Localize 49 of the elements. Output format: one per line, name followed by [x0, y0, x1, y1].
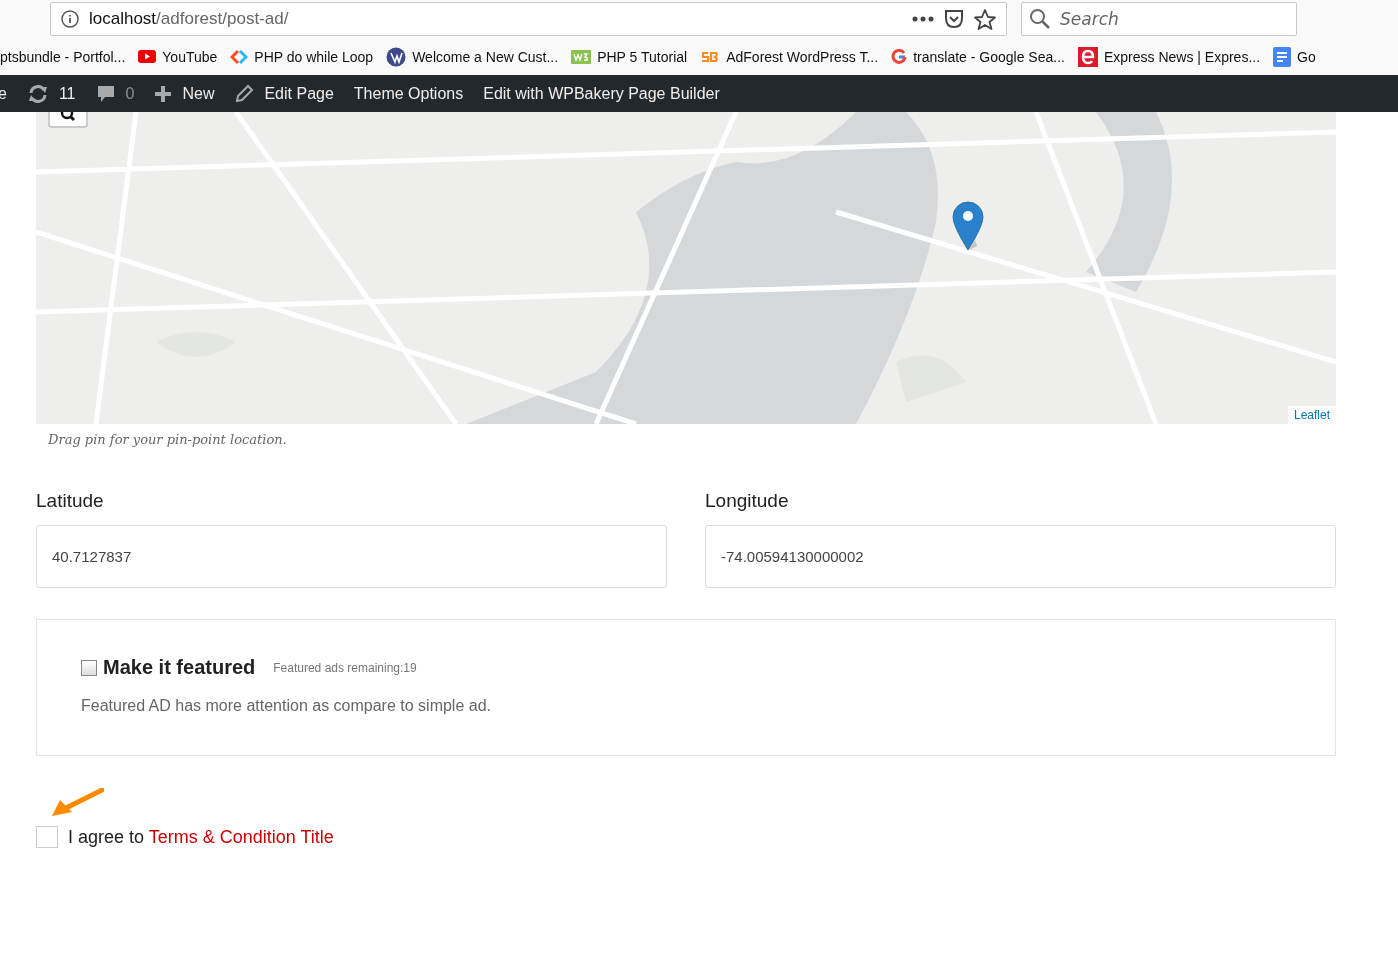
more-icon[interactable]: [912, 16, 934, 22]
url-text: localhost/adforest/post-ad/: [89, 9, 290, 29]
input-field[interactable]: -74.00594130000002: [705, 525, 1336, 588]
admin-bar-item[interactable]: 0: [95, 83, 135, 104]
terms-text: I agree to Terms & Condition Title: [68, 826, 334, 848]
terms-link[interactable]: Terms & Condition Title: [148, 826, 334, 847]
sb-logo-icon: [700, 49, 721, 64]
bookmark[interactable]: Express News | Expres...: [1077, 46, 1261, 67]
info-icon[interactable]: [61, 10, 79, 28]
arrow-icon: [50, 788, 104, 818]
bookmark[interactable]: ptsbundle - Portfol...: [0, 48, 126, 65]
bookmark[interactable]: Welcome a New Cust...: [386, 46, 559, 67]
pencil-icon: [234, 83, 255, 104]
map-pin-icon[interactable]: [951, 200, 987, 252]
map-caption: Drag pin for your pin-point location.: [48, 432, 287, 447]
bookmark[interactable]: AdForest WordPress T...: [700, 48, 879, 65]
star-icon[interactable]: [974, 8, 996, 30]
w3-icon: [571, 49, 592, 64]
admin-bar-item[interactable]: New: [154, 84, 215, 103]
bookmark[interactable]: PHP do while Loop: [230, 48, 374, 65]
bookmark[interactable]: translate - Google Sea...: [891, 48, 1065, 65]
news-logo-icon: [1077, 46, 1098, 67]
attribution-link[interactable]: Leaflet: [1287, 406, 1336, 424]
search-field[interactable]: Search: [1021, 2, 1297, 36]
refresh-icon: [26, 83, 49, 104]
google-icon: [891, 48, 908, 65]
address-bar[interactable]: localhost/adforest/post-ad/: [50, 2, 1007, 36]
comment-icon: [95, 83, 116, 104]
field-label: Latitude: [36, 490, 104, 512]
featured-description: Featured AD has more attention as compare to simple ad.: [81, 697, 491, 715]
admin-bar-item[interactable]: Theme Options: [353, 84, 464, 103]
bookmark[interactable]: Go: [1273, 46, 1316, 67]
admin-bar-item[interactable]: 11: [26, 83, 76, 104]
plus-icon: [154, 84, 173, 103]
bookmark[interactable]: PHP 5 Tutorial: [571, 48, 688, 65]
checkbox[interactable]: [36, 826, 58, 848]
field-label: Longitude: [705, 490, 789, 512]
checkbox[interactable]: [81, 659, 97, 676]
document-icon: [1273, 46, 1292, 67]
search-icon: [60, 112, 76, 122]
code-icon: [230, 48, 249, 65]
youtube-icon: [138, 50, 157, 63]
pocket-icon[interactable]: [944, 10, 964, 28]
remaining-count: Featured ads remaining:19: [273, 660, 417, 675]
admin-bar-item[interactable]: Edit Page: [234, 83, 334, 104]
admin-bar-item[interactable]: Edit with WPBakery Page Builder: [483, 84, 720, 103]
featured-label: Make it featured: [103, 656, 256, 679]
bookmark[interactable]: YouTube: [138, 48, 218, 65]
input-field[interactable]: 40.7127837: [36, 525, 667, 588]
